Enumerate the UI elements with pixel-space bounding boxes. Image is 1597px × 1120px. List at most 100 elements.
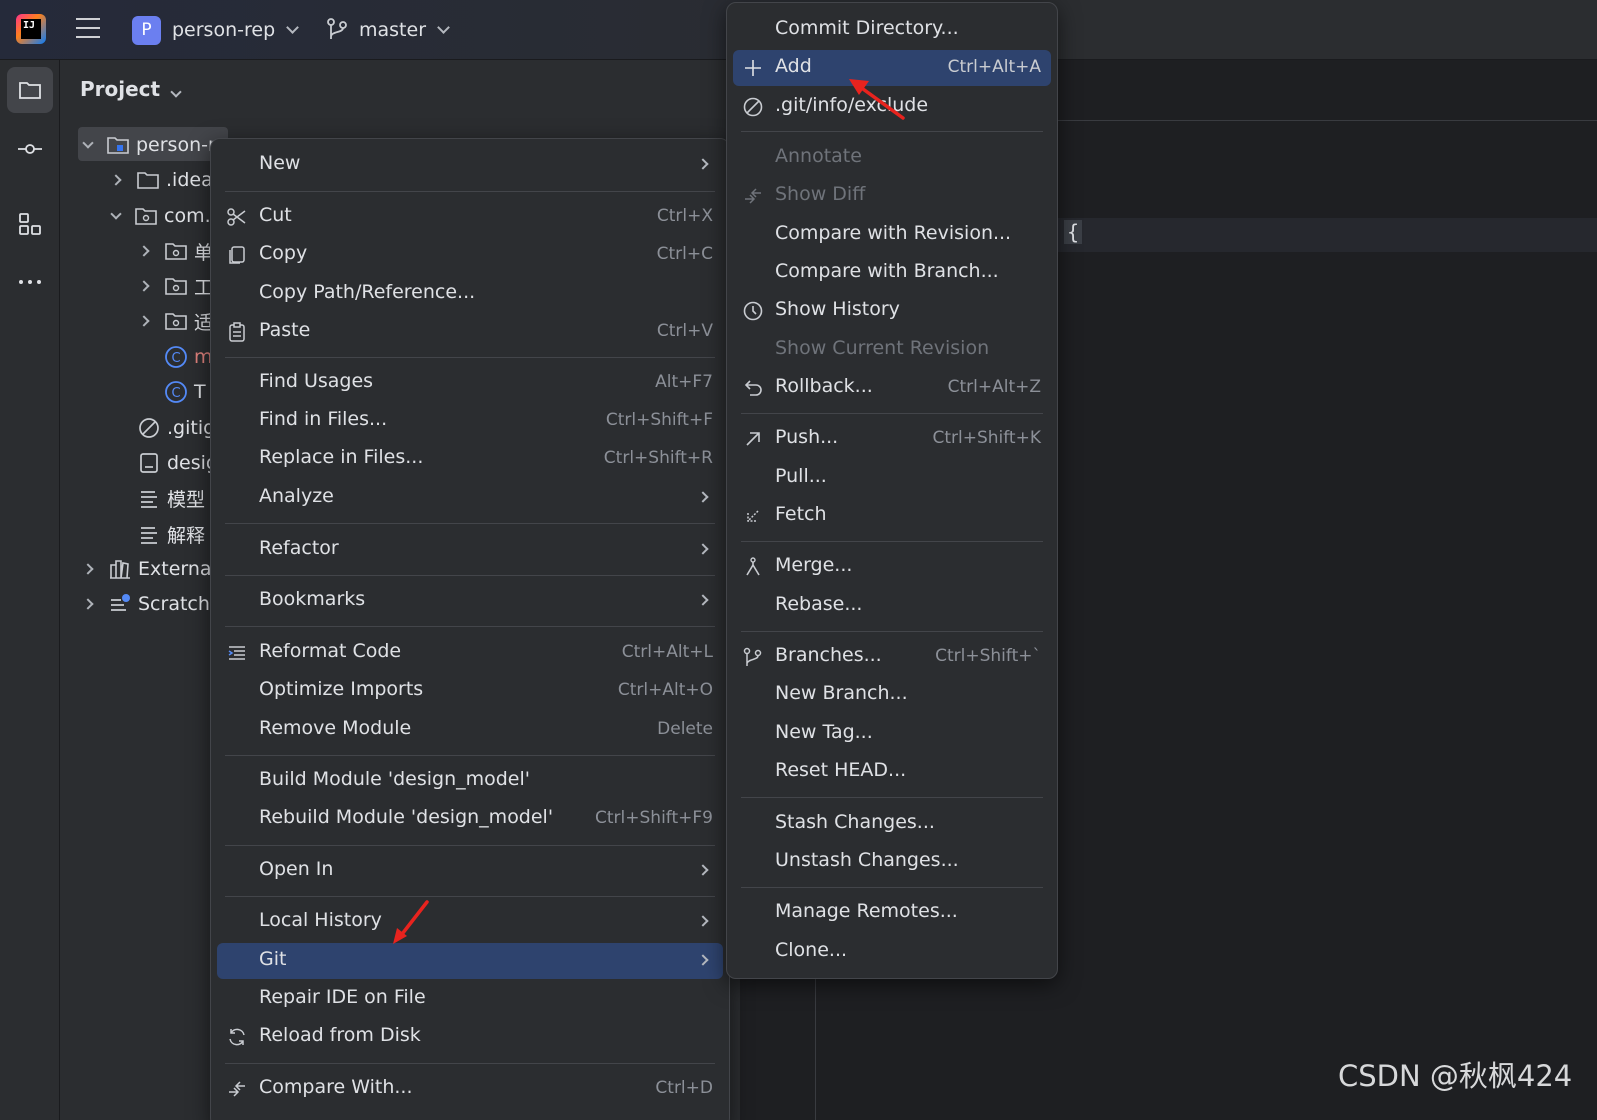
- menu-item-reformat-code[interactable]: Reformat Code Ctrl+Alt+L: [217, 635, 723, 671]
- git-item-compare-with-branch[interactable]: Compare with Branch...: [733, 255, 1051, 291]
- tree-item-external[interactable]: External: [82, 553, 217, 585]
- svg-text:C: C: [171, 351, 180, 366]
- menu-item-remove-module[interactable]: Remove Module Delete: [217, 712, 723, 748]
- tool-window-strip: [0, 60, 60, 1120]
- menu-item-open-in[interactable]: Open In: [217, 853, 723, 889]
- git-item-clone[interactable]: Clone...: [733, 934, 1051, 970]
- project-name: person-rep: [172, 19, 276, 41]
- git-item-pull[interactable]: Pull...: [733, 460, 1051, 496]
- menu-item-shortcut: Ctrl+Alt+A: [947, 57, 1041, 77]
- tree-item-gitignore[interactable]: .gitig: [137, 412, 215, 444]
- chevron-down-icon: [170, 86, 182, 98]
- menu-item-shortcut: Ctrl+Shift+F: [605, 410, 713, 430]
- menu-item-label: Open In: [259, 858, 334, 880]
- git-item-stash-changes[interactable]: Stash Changes...: [733, 806, 1051, 842]
- push-icon: [746, 432, 760, 446]
- menu-item-find-in-files[interactable]: Find in Files... Ctrl+Shift+F: [217, 403, 723, 439]
- menu-item-shortcut: Ctrl+D: [655, 1078, 713, 1098]
- tree-item-class[interactable]: C T: [164, 376, 206, 408]
- menu-item-label: Compare with Branch...: [775, 260, 999, 282]
- git-item-rollback[interactable]: Rollback... Ctrl+Alt+Z: [733, 370, 1051, 406]
- chevron-down-icon: [286, 20, 300, 34]
- menu-item-label: Build Module 'design_model': [259, 768, 531, 790]
- menu-item-bookmarks[interactable]: Bookmarks: [217, 583, 723, 619]
- menu-item-find-usages[interactable]: Find Usages Alt+F7: [217, 365, 723, 401]
- git-item-branches[interactable]: Branches... Ctrl+Shift+`: [733, 639, 1051, 675]
- menu-item-git[interactable]: Git: [217, 943, 723, 979]
- collapse-arrow-icon: [138, 245, 150, 257]
- git-item-show-history[interactable]: Show History: [733, 293, 1051, 329]
- menu-item-label: Local History: [259, 909, 382, 931]
- menu-item-label: Repair IDE on File: [259, 986, 426, 1008]
- menu-separator: [741, 887, 1043, 888]
- collapse-arrow-icon: [138, 315, 150, 327]
- class-icon: C: [165, 346, 187, 368]
- menu-item-label: Show History: [775, 298, 900, 320]
- branch-switcher[interactable]: master: [326, 15, 450, 45]
- tree-item-package[interactable]: 单: [138, 235, 213, 267]
- project-panel-title[interactable]: Project: [80, 77, 182, 101]
- project-tool-button[interactable]: [7, 67, 53, 113]
- class-icon: C: [165, 381, 187, 403]
- menu-item-reload-from-disk[interactable]: Reload from Disk: [217, 1019, 723, 1055]
- project-switcher[interactable]: P person-rep: [132, 15, 300, 45]
- git-item-push[interactable]: Push... Ctrl+Shift+K: [733, 421, 1051, 457]
- menu-item-refactor[interactable]: Refactor: [217, 532, 723, 568]
- menu-item-label: Reload from Disk: [259, 1024, 421, 1046]
- tree-item-package[interactable]: 适: [138, 305, 213, 337]
- package-folder-icon: [135, 208, 157, 225]
- git-item-manage-remotes[interactable]: Manage Remotes...: [733, 895, 1051, 931]
- menu-item-optimize-imports[interactable]: Optimize Imports Ctrl+Alt+O: [217, 673, 723, 709]
- tree-item-scratches[interactable]: Scratch: [82, 588, 210, 620]
- commit-tool-button[interactable]: [7, 126, 53, 172]
- clock-icon: [743, 301, 763, 321]
- tree-item-idea[interactable]: .idea: [110, 164, 213, 196]
- git-item-rebase[interactable]: Rebase...: [733, 588, 1051, 624]
- git-item-merge[interactable]: Merge...: [733, 549, 1051, 585]
- module-folder-icon: [107, 137, 129, 154]
- menu-item-repair-ide[interactable]: Repair IDE on File: [217, 981, 723, 1017]
- tree-item-label: 解释: [167, 524, 206, 547]
- tree-item-com[interactable]: com.: [110, 200, 211, 232]
- git-item-commit-directory[interactable]: Commit Directory...: [733, 12, 1051, 48]
- git-item-new-tag[interactable]: New Tag...: [733, 716, 1051, 752]
- more-tools-button[interactable]: [7, 259, 53, 305]
- package-folder-icon: [165, 313, 187, 330]
- app-logo-icon[interactable]: IJ: [16, 14, 46, 44]
- menu-separator: [225, 191, 715, 192]
- tree-item-class[interactable]: C m: [164, 341, 213, 373]
- tree-item-package[interactable]: 工: [138, 270, 213, 302]
- structure-tool-button[interactable]: [7, 201, 53, 247]
- tree-item-text[interactable]: 解释: [137, 518, 205, 550]
- git-item-fetch[interactable]: Fetch: [733, 498, 1051, 534]
- menu-item-local-history[interactable]: Local History: [217, 904, 723, 940]
- rollback-icon: [744, 380, 762, 396]
- menu-item-copy-path[interactable]: Copy Path/Reference...: [217, 276, 723, 312]
- tree-item-text[interactable]: 模型: [137, 482, 205, 514]
- menu-item-copy[interactable]: Copy Ctrl+C: [217, 237, 723, 273]
- menu-item-new[interactable]: New: [217, 147, 723, 183]
- menu-item-cut[interactable]: Cut Ctrl+X: [217, 199, 723, 235]
- menu-item-build-module[interactable]: Build Module 'design_model': [217, 763, 723, 799]
- editor-tab-bar: [1058, 60, 1597, 121]
- merge-icon: [746, 557, 760, 576]
- tree-item-label: 模型: [167, 488, 206, 511]
- git-item-new-branch[interactable]: New Branch...: [733, 677, 1051, 713]
- menu-item-label: Find in Files...: [259, 408, 388, 430]
- package-folder-icon: [165, 243, 187, 260]
- git-item-compare-with-revision[interactable]: Compare with Revision...: [733, 217, 1051, 253]
- menu-item-label: Copy Path/Reference...: [259, 281, 476, 303]
- menu-item-analyze[interactable]: Analyze: [217, 480, 723, 516]
- menu-item-paste[interactable]: Paste Ctrl+V: [217, 314, 723, 350]
- menu-item-rebuild-module[interactable]: Rebuild Module 'design_model' Ctrl+Shift…: [217, 801, 723, 837]
- tree-item-root[interactable]: person-r: [82, 129, 216, 161]
- menu-item-replace-in-files[interactable]: Replace in Files... Ctrl+Shift+R: [217, 441, 723, 477]
- git-item-reset-head[interactable]: Reset HEAD...: [733, 754, 1051, 790]
- main-menu-icon[interactable]: [76, 18, 100, 40]
- menu-separator: [225, 575, 715, 576]
- git-item-unstash-changes[interactable]: Unstash Changes...: [733, 844, 1051, 880]
- tree-item-iml[interactable]: desig: [137, 447, 218, 479]
- svg-text:C: C: [171, 386, 180, 401]
- menu-item-compare-with[interactable]: Compare With... Ctrl+D: [217, 1071, 723, 1107]
- editor-code-brace[interactable]: {: [1064, 220, 1083, 244]
